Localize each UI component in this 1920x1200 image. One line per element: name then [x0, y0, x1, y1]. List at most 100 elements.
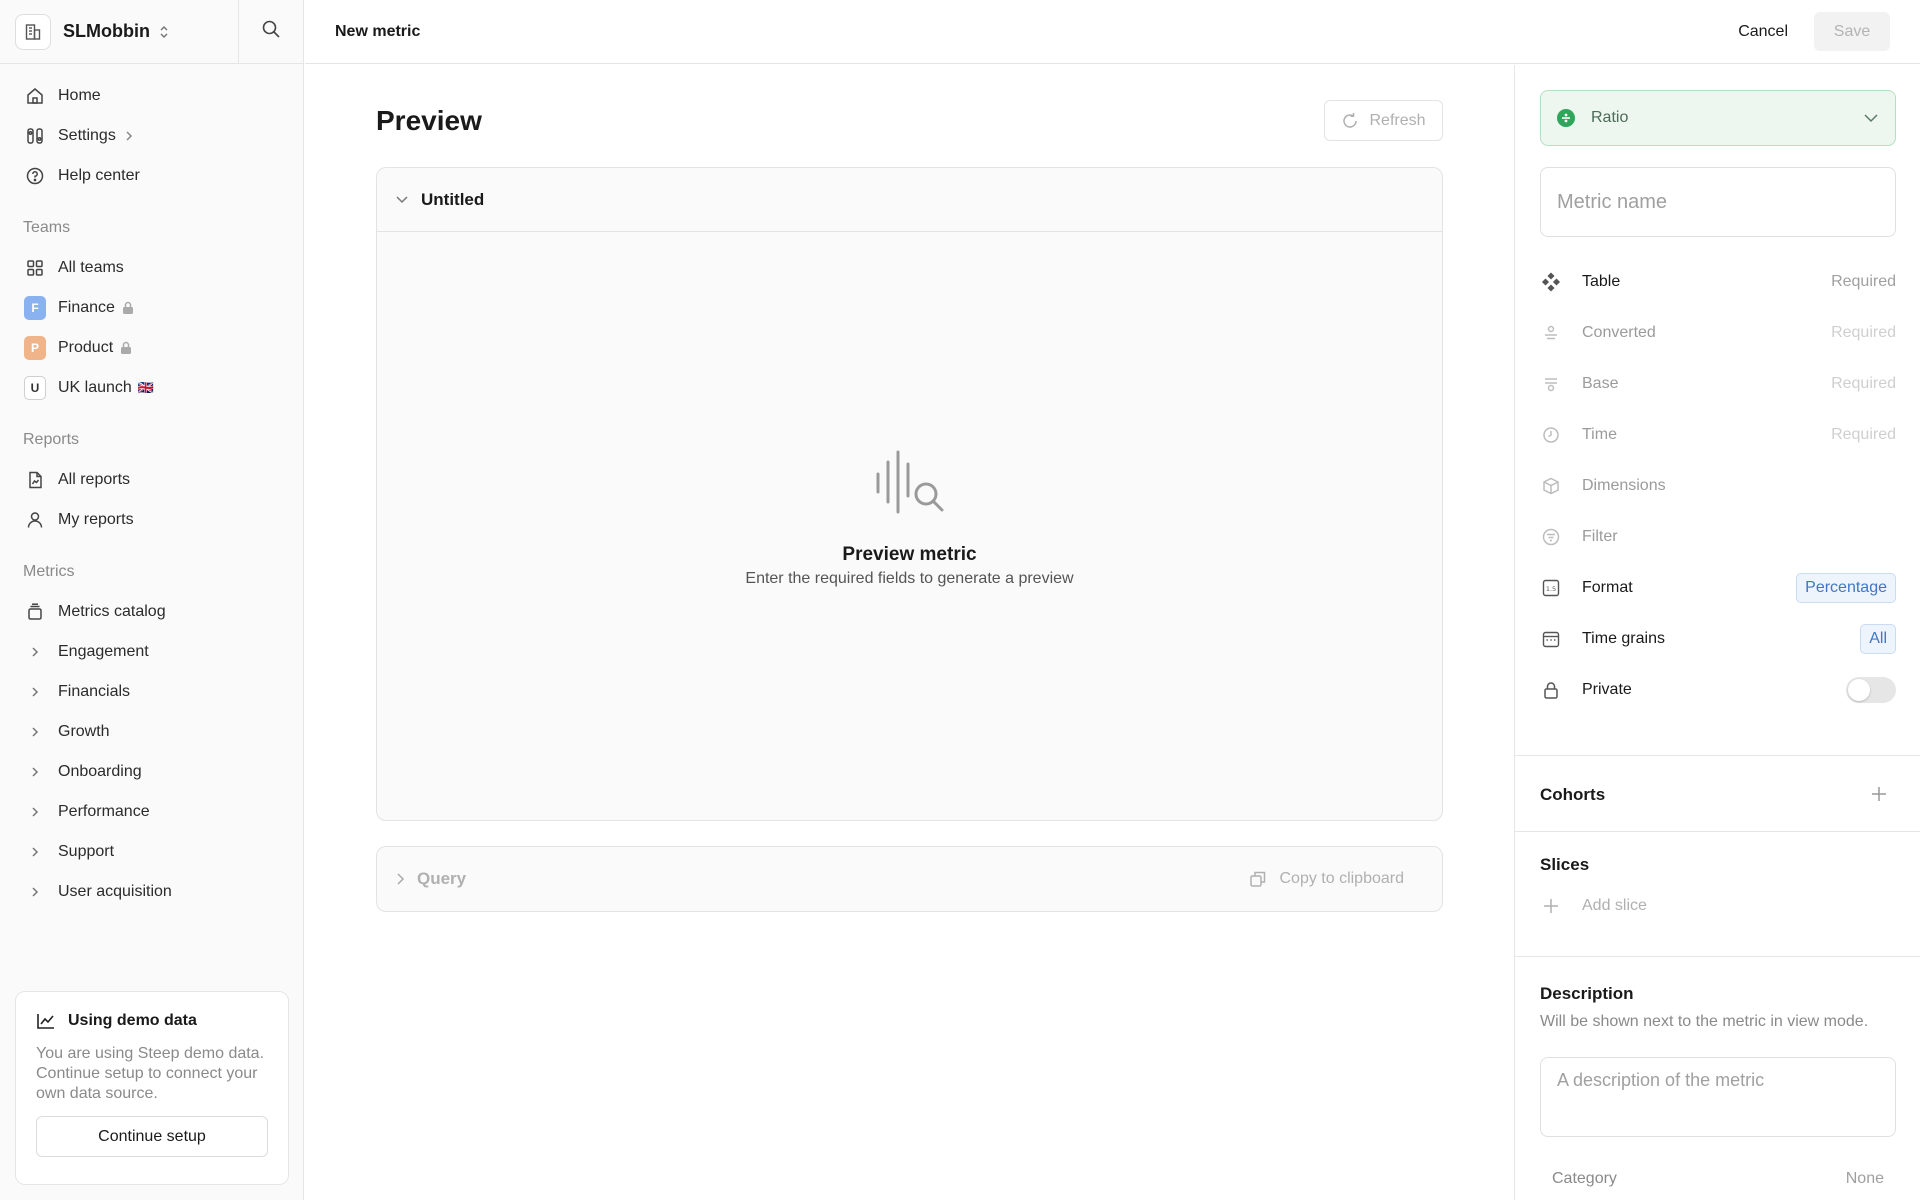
search-icon — [261, 19, 281, 44]
nav-item-metric-folder[interactable]: Financials — [0, 672, 303, 712]
metric-type-select[interactable]: Ratio — [1540, 90, 1896, 146]
catalog-stack-icon — [24, 601, 46, 623]
chevron-right-icon — [24, 686, 46, 698]
prop-private[interactable]: Private — [1540, 670, 1896, 710]
category-field[interactable]: Category None — [1552, 1170, 1884, 1188]
prop-label: Converted — [1582, 324, 1656, 341]
nav-item-my-reports[interactable]: My reports — [0, 500, 303, 540]
nav-item-metric-folder[interactable]: Performance — [0, 792, 303, 832]
format-value-chip[interactable]: Percentage — [1796, 573, 1896, 603]
format-decimal-icon: 1.5 — [1540, 579, 1562, 597]
workspace-switcher[interactable]: SLMobbin — [0, 0, 239, 63]
svg-text:1.5: 1.5 — [1546, 585, 1556, 593]
refresh-button[interactable]: Refresh — [1324, 100, 1443, 141]
metric-name-input[interactable] — [1540, 167, 1896, 237]
add-slice-button[interactable]: Add slice — [1540, 897, 1647, 915]
chevron-right-icon — [24, 846, 46, 858]
chevron-right-icon — [24, 886, 46, 898]
prop-time-grains[interactable]: Time grains All — [1540, 619, 1896, 659]
nav-item-label: Metrics catalog — [58, 603, 166, 620]
query-label: Query — [417, 869, 467, 888]
preview-empty-state: Preview metric Enter the required fields… — [377, 450, 1442, 588]
prop-label: Base — [1582, 375, 1619, 392]
team-badge-finance: F — [24, 296, 46, 320]
sidebar-search-button[interactable] — [239, 0, 303, 63]
prop-label: Format — [1582, 579, 1633, 596]
nav-item-label: Financials — [58, 683, 131, 700]
nav-item-help-center[interactable]: Help center — [0, 156, 303, 196]
nav-item-label: Onboarding — [58, 763, 142, 780]
prop-time[interactable]: Time Required — [1540, 415, 1896, 455]
page-title: New metric — [335, 22, 421, 40]
nav-item-metrics-catalog[interactable]: Metrics catalog — [0, 592, 303, 632]
demo-data-card: Using demo data You are using Steep demo… — [15, 991, 289, 1185]
add-cohort-button[interactable] — [1870, 785, 1888, 803]
nav-item-home[interactable]: Home — [0, 76, 303, 116]
prop-label: Filter — [1582, 528, 1618, 545]
prop-label: Private — [1582, 681, 1632, 698]
prop-base[interactable]: Base Required — [1540, 364, 1896, 404]
table-diamonds-icon — [1540, 272, 1562, 292]
prop-filter[interactable]: Filter — [1540, 517, 1896, 557]
copy-label: Copy to clipboard — [1279, 870, 1404, 887]
chevron-right-icon — [24, 726, 46, 738]
save-button[interactable]: Save — [1814, 12, 1890, 51]
preview-card-header[interactable]: Untitled — [377, 168, 1442, 232]
cube-icon — [1540, 477, 1562, 495]
category-label: Category — [1552, 1170, 1617, 1187]
ratio-icon — [1557, 109, 1575, 127]
nav-item-label: Growth — [58, 723, 110, 740]
nav-item-metric-folder[interactable]: Engagement — [0, 632, 303, 672]
sidebar: SLMobbin Home Settings Help center Teams… — [0, 0, 304, 1200]
time-grains-value-chip[interactable]: All — [1860, 624, 1896, 654]
query-section[interactable]: Query Copy to clipboard — [376, 846, 1443, 912]
chevron-right-icon — [395, 872, 405, 886]
nav-item-label: Help center — [58, 167, 140, 184]
continue-setup-button[interactable]: Continue setup — [36, 1116, 268, 1157]
main-content: Preview Refresh Untitled Preview metric … — [305, 65, 1514, 1200]
description-input[interactable] — [1540, 1057, 1896, 1137]
refresh-label: Refresh — [1369, 111, 1426, 129]
cancel-button[interactable]: Cancel — [1738, 23, 1788, 41]
nav-item-all-reports[interactable]: All reports — [0, 460, 303, 500]
category-value: None — [1845, 1170, 1884, 1187]
nav-item-label: User acquisition — [58, 883, 172, 900]
nav-item-metric-folder[interactable]: User acquisition — [0, 872, 303, 912]
chevron-right-icon — [24, 646, 46, 658]
nav-item-team-finance[interactable]: F Finance — [0, 288, 303, 328]
copy-to-clipboard-button[interactable]: Copy to clipboard — [1249, 870, 1404, 888]
description-heading: Description — [1540, 984, 1634, 1003]
prop-format[interactable]: 1.5 Format Percentage — [1540, 568, 1896, 608]
nav-item-metric-folder[interactable]: Growth — [0, 712, 303, 752]
chevron-right-icon — [24, 766, 46, 778]
nav-item-team-uk-launch[interactable]: U UK launch 🇬🇧 — [0, 368, 303, 408]
section-heading-teams: Teams — [23, 219, 71, 236]
copy-icon — [1249, 870, 1267, 888]
nav-item-all-teams[interactable]: All teams — [0, 248, 303, 288]
prop-label: Time — [1582, 426, 1617, 443]
chart-search-icon — [377, 450, 1442, 514]
nav-item-label: UK launch — [58, 379, 132, 396]
team-badge-product: P — [24, 336, 46, 360]
prop-label: Time grains — [1582, 630, 1665, 647]
team-badge-uk-launch: U — [24, 376, 46, 400]
line-chart-icon — [36, 1012, 56, 1030]
nav-item-label: Support — [58, 843, 115, 860]
prop-dimensions[interactable]: Dimensions — [1540, 466, 1896, 506]
uk-flag-icon: 🇬🇧 — [137, 380, 155, 395]
nav-item-settings[interactable]: Settings — [0, 116, 303, 156]
demo-card-text: You are using Steep demo data. Continue … — [36, 1045, 265, 1102]
plus-icon — [1872, 787, 1886, 801]
help-circle-icon — [24, 165, 46, 187]
building-icon — [15, 13, 51, 50]
nav-item-metric-folder[interactable]: Onboarding — [0, 752, 303, 792]
nav-item-metric-folder[interactable]: Support — [0, 832, 303, 872]
prop-table[interactable]: Table Required — [1540, 262, 1896, 302]
clock-icon — [1540, 426, 1562, 444]
prop-converted[interactable]: Converted Required — [1540, 313, 1896, 353]
prop-label: Dimensions — [1582, 477, 1666, 494]
private-toggle[interactable] — [1846, 677, 1896, 703]
lock-icon — [120, 341, 132, 355]
description-subtitle: Will be shown next to the metric in view… — [1540, 1013, 1869, 1030]
nav-item-team-product[interactable]: P Product — [0, 328, 303, 368]
